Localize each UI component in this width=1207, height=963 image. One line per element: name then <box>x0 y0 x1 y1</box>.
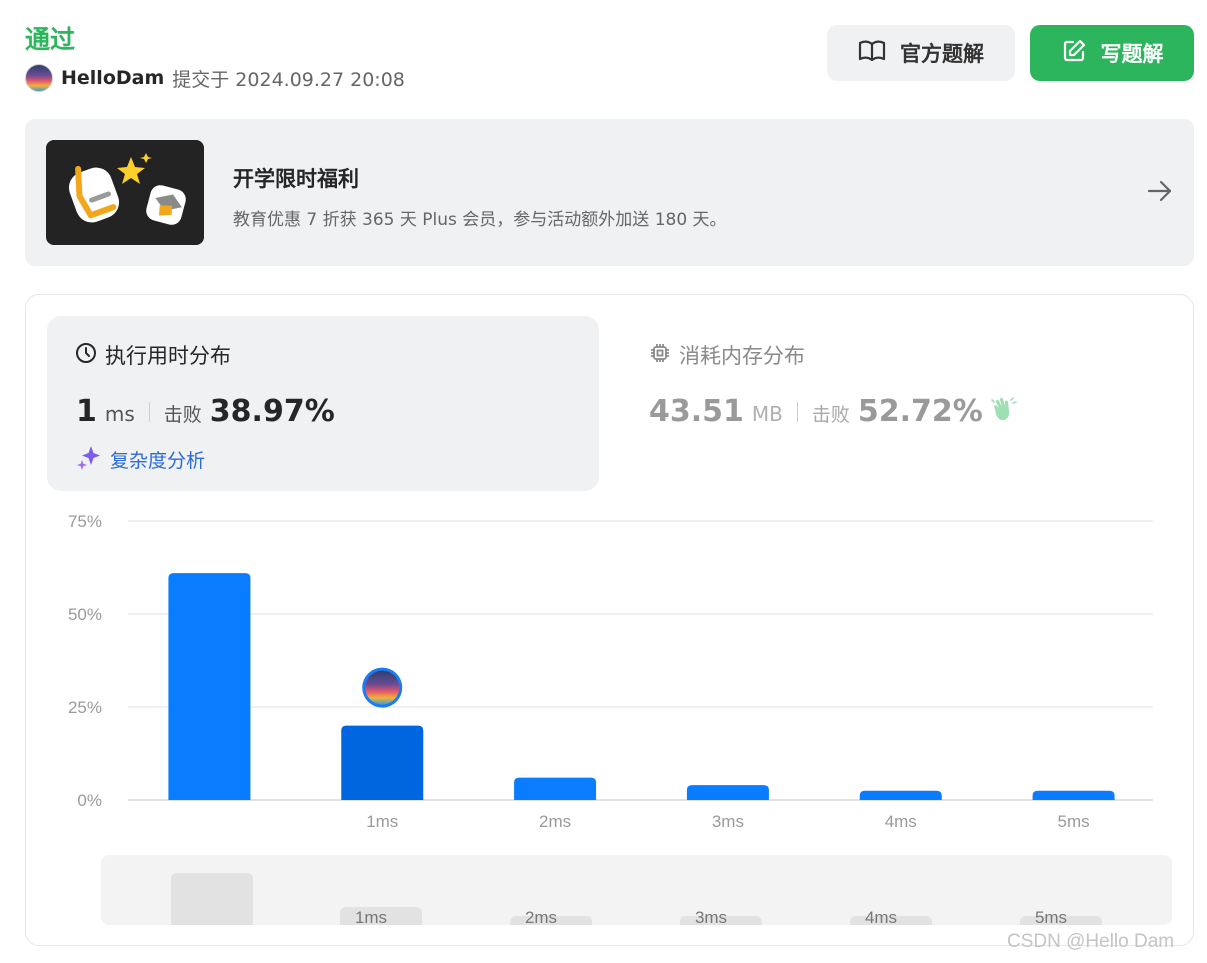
bar <box>341 725 424 800</box>
overview-tick-label: 5ms <box>1035 908 1067 927</box>
y-tick-label: 0% <box>77 791 102 810</box>
bar <box>168 573 251 800</box>
overview-strip <box>101 855 1172 925</box>
x-tick-label: 1ms <box>366 812 398 831</box>
x-tick-label: 4ms <box>885 812 917 831</box>
bar <box>686 785 769 800</box>
bar <box>859 790 942 800</box>
overview-tick-label: 4ms <box>865 908 897 927</box>
bar <box>514 777 597 800</box>
x-tick-label: 5ms <box>1058 812 1090 831</box>
y-tick-label: 25% <box>68 698 102 717</box>
y-tick-label: 50% <box>68 605 102 624</box>
y-tick-label: 75% <box>68 512 102 531</box>
overview-tick-label: 1ms <box>355 908 387 927</box>
overview-bar <box>171 873 253 931</box>
overview-tick-label: 3ms <box>695 908 727 927</box>
watermark: CSDN @Hello Dam <box>1007 931 1175 952</box>
bar <box>1032 790 1115 800</box>
x-tick-label: 3ms <box>712 812 744 831</box>
user-avatar-marker <box>365 670 400 705</box>
runtime-distribution-chart: 0% 25% 50% 75% 1ms 2ms 3ms 4ms 5ms 1ms 2ms 3ms 4ms 5m… <box>68 512 1172 945</box>
overview-tick-label: 2ms <box>525 908 557 927</box>
x-tick-label: 2ms <box>539 812 571 831</box>
